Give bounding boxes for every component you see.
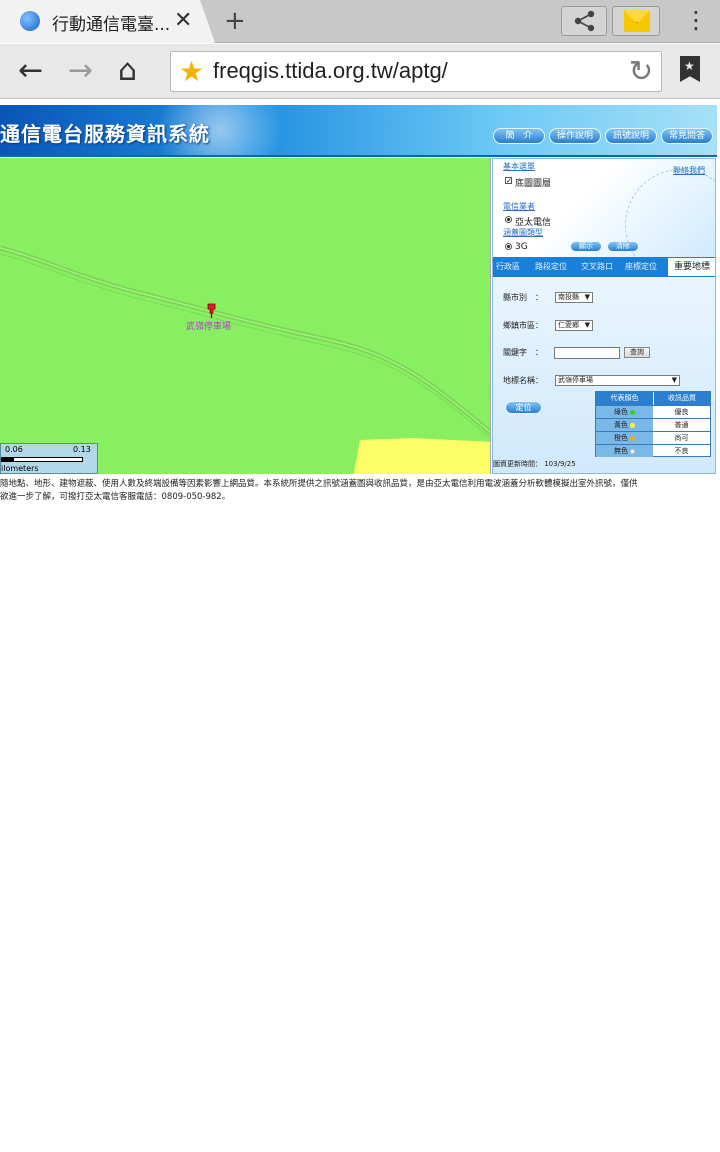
scale-line bbox=[1, 457, 83, 462]
operator-heading: 電信業者 bbox=[503, 202, 535, 211]
bookmarks-icon[interactable] bbox=[680, 56, 700, 82]
landmark-form: 縣市別 ： 南投縣 ▼ 鄉鎮市區： 仁愛鄉 ▼ 關鍵字 ： 查詢 地標名稱： 武嶺停… bbox=[493, 277, 715, 473]
legend-color-cell: 橙色 bbox=[596, 431, 653, 444]
globe-icon bbox=[20, 11, 40, 31]
base-layer-label: 底圖圖層 bbox=[515, 179, 552, 189]
chevron-down-icon: ▼ bbox=[671, 376, 677, 384]
tab-landmark[interactable]: 重要地標 bbox=[667, 257, 715, 277]
legend-color-cell: 黃色 bbox=[596, 418, 653, 431]
county-value: 南投縣 bbox=[558, 293, 579, 301]
bookmark-star-icon[interactable]: ★ bbox=[179, 55, 204, 88]
legend-color-header: 代表顏色 bbox=[596, 392, 653, 405]
tab-district[interactable]: 行政區 bbox=[496, 261, 520, 272]
legend-color-name: 綠色 bbox=[614, 408, 628, 416]
clear-button[interactable]: 清除 bbox=[607, 241, 639, 252]
legend-color-cell: 無色 bbox=[596, 444, 653, 457]
legend-quality-cell: 尚可 bbox=[653, 431, 710, 444]
tab-road-section[interactable]: 路段定位 bbox=[535, 261, 567, 272]
road-lines bbox=[0, 245, 490, 439]
tab-coordinates[interactable]: 座標定位 bbox=[625, 261, 657, 272]
reload-icon[interactable]: ↻ bbox=[629, 54, 653, 88]
overflow-menu-icon[interactable]: ⋮ bbox=[684, 6, 708, 34]
tab-title: 行動通信電臺... bbox=[52, 15, 171, 35]
disclaimer-line-1: 隨地點、地形、建物遮蔽、使用人數及終端設備等因素影響上網品質。本系統所提供之訊號… bbox=[0, 479, 638, 489]
scale-unit: ilometers bbox=[1, 464, 39, 473]
keyword-input[interactable] bbox=[554, 347, 620, 359]
nav-signal-button[interactable]: 訊號說明 bbox=[605, 128, 657, 144]
locate-button[interactable]: 定位 bbox=[505, 401, 542, 414]
update-time: 圖資更新時間： 103/9/25 bbox=[493, 460, 576, 468]
chevron-down-icon: ▼ bbox=[584, 321, 590, 329]
network-3g-label: 3G bbox=[515, 242, 528, 252]
query-button[interactable]: 查詢 bbox=[624, 347, 650, 358]
control-panel: 基本選單 聯絡我們 ✓ 底圖圖層 電信業者 亞太電信 涵蓋圖類型 3G 顯示 清… bbox=[492, 158, 716, 474]
chevron-down-icon: ▼ bbox=[584, 293, 590, 301]
nav-guide-button[interactable]: 操作說明 bbox=[549, 128, 601, 144]
scale-value-2: 0.13 bbox=[73, 445, 91, 454]
landmark-value: 武嶺停車場 bbox=[558, 376, 593, 384]
share-icon bbox=[574, 10, 595, 32]
keyword-label: 關鍵字 ： bbox=[503, 348, 543, 357]
site-nav: 簡 介 操作說明 訊號說明 常見問答 bbox=[493, 128, 713, 144]
basic-layers-link[interactable]: 基本選單 bbox=[503, 161, 535, 172]
browser-tab-strip: 行動通信電臺... ✕ + ⋮ bbox=[0, 0, 720, 43]
address-bar[interactable]: ★ freqgis.ttida.org.tw/aptg/ ↻ bbox=[170, 51, 662, 92]
layer-options: 基本選單 聯絡我們 ✓ 底圖圖層 電信業者 亞太電信 涵蓋圖類型 3G 顯示 清… bbox=[493, 159, 715, 281]
legend-quality-header: 收訊品質 bbox=[653, 392, 710, 405]
county-select[interactable]: 南投縣 ▼ bbox=[555, 292, 593, 303]
map-scale: 0.06 0.13 ilometers bbox=[0, 443, 98, 474]
scale-value-1: 0.06 bbox=[5, 445, 23, 454]
map-pin-icon[interactable] bbox=[206, 303, 217, 318]
legend-quality-cell: 優良 bbox=[653, 405, 710, 418]
orange-dot-icon bbox=[630, 435, 635, 441]
yellow-dot-icon bbox=[630, 422, 635, 428]
landmark-label: 地標名稱： bbox=[503, 376, 543, 385]
green-dot-icon bbox=[630, 409, 635, 415]
nav-intro-button[interactable]: 簡 介 bbox=[493, 128, 545, 144]
new-tab-button[interactable]: + bbox=[224, 6, 246, 36]
home-icon[interactable]: ⌂ bbox=[118, 53, 137, 88]
town-value: 仁愛鄉 bbox=[558, 321, 579, 329]
tab-intersection[interactable]: 交叉路口 bbox=[581, 261, 613, 272]
white-dot-icon bbox=[630, 448, 635, 454]
panel-tabs: 行政區 路段定位 交叉路口 座標定位 重要地標 bbox=[493, 257, 715, 277]
town-select[interactable]: 仁愛鄉 ▼ bbox=[555, 320, 593, 331]
browser-tab[interactable]: 行動通信電臺... ✕ bbox=[0, 0, 215, 43]
contact-link[interactable]: 聯絡我們 bbox=[673, 165, 705, 176]
operator-radio[interactable] bbox=[505, 216, 512, 223]
site-header: 通信電台服務資訊系統 簡 介 操作說明 訊號說明 常見問答 bbox=[0, 105, 717, 157]
mail-button[interactable] bbox=[612, 6, 660, 36]
legend-color-name: 橙色 bbox=[614, 434, 628, 442]
legend-color-name: 無色 bbox=[614, 447, 628, 455]
back-icon[interactable]: ← bbox=[18, 53, 43, 88]
coverage-type-heading: 涵蓋圖類型 bbox=[503, 228, 543, 237]
mail-icon bbox=[624, 10, 650, 32]
landmark-select[interactable]: 武嶺停車場 ▼ bbox=[555, 375, 680, 386]
share-button[interactable] bbox=[561, 6, 607, 36]
browser-toolbar: ← → ⌂ ★ freqgis.ttida.org.tw/aptg/ ↻ bbox=[0, 44, 720, 99]
legend-color-name: 黃色 bbox=[614, 421, 628, 429]
disclaimer-line-2: 欲進一步了解，可撥打亞太電信客服電話：0809-050-982。 bbox=[0, 492, 231, 502]
forward-icon[interactable]: → bbox=[68, 53, 93, 88]
network-3g-radio[interactable] bbox=[505, 243, 512, 250]
show-button[interactable]: 顯示 bbox=[570, 241, 602, 252]
legend-quality-cell: 普通 bbox=[653, 418, 710, 431]
base-layer-checkbox[interactable]: ✓ bbox=[505, 177, 512, 185]
disclaimer-text: 隨地點、地形、建物遮蔽、使用人數及終端設備等因素影響上網品質。本系統所提供之訊號… bbox=[0, 478, 716, 504]
coverage-yellow-zone bbox=[352, 438, 490, 474]
pin-label: 武嶺停車場 bbox=[186, 322, 232, 332]
url-text[interactable]: freqgis.ttida.org.tw/aptg/ bbox=[213, 58, 448, 84]
close-tab-icon[interactable]: ✕ bbox=[174, 8, 192, 33]
site-title: 通信電台服務資訊系統 bbox=[0, 122, 210, 146]
coverage-map[interactable]: 武嶺停車場 0.06 0.13 ilometers bbox=[0, 158, 491, 474]
county-label: 縣市別 ： bbox=[503, 293, 543, 302]
legend-color-cell: 綠色 bbox=[596, 405, 653, 418]
legend-quality-cell: 不良 bbox=[653, 444, 710, 457]
nav-faq-button[interactable]: 常見問答 bbox=[661, 128, 713, 144]
signal-legend: 代表顏色 收訊品質 綠色 優良 黃色 普通 橙色 尚可 無色 不良 bbox=[595, 391, 711, 457]
town-label: 鄉鎮市區： bbox=[503, 321, 543, 330]
